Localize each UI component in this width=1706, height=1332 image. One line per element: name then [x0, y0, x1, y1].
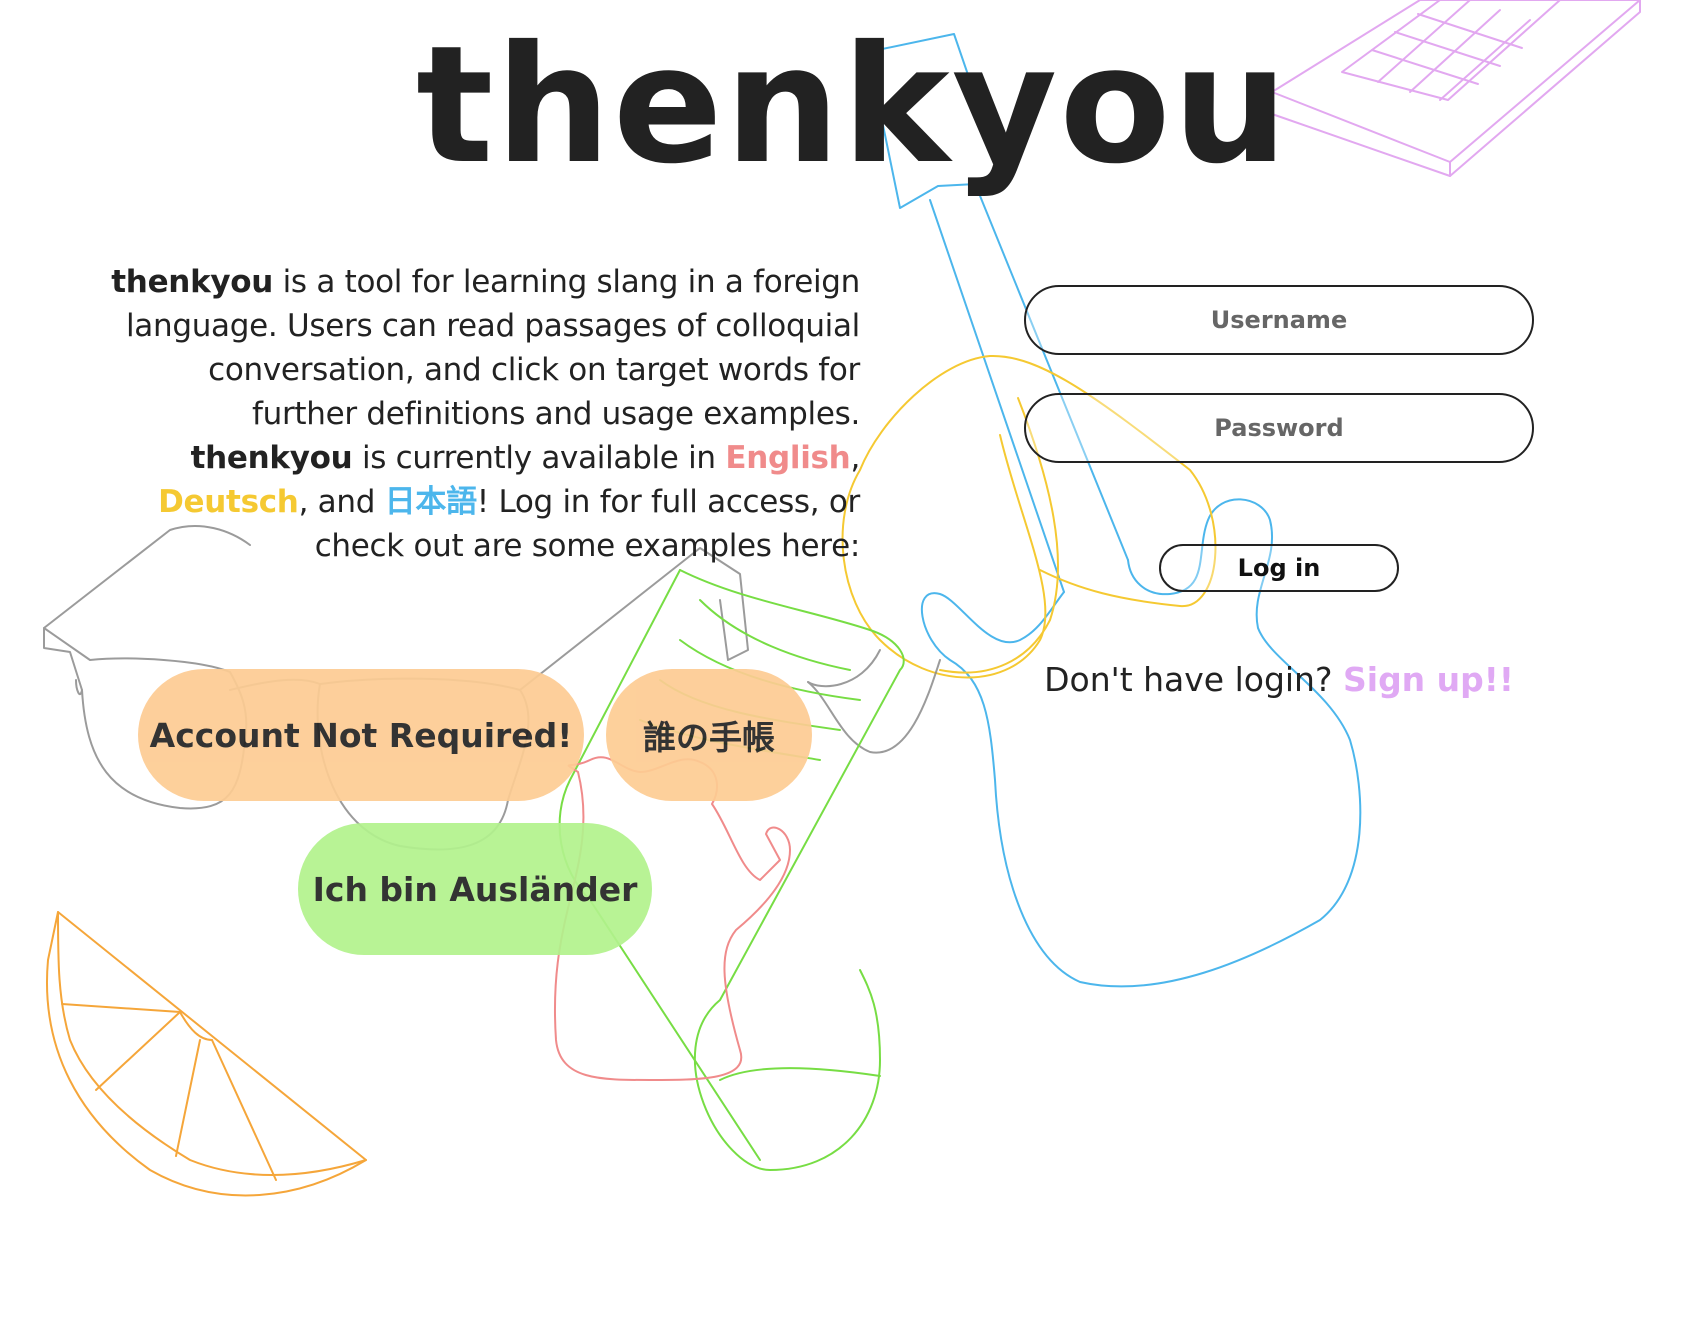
landing-page: thenkyou thenkyou is a tool for learning…: [0, 0, 1706, 1332]
example-button-ich-bin-auslaender[interactable]: Ich bin Ausländer: [298, 823, 652, 955]
app-logo: thenkyou: [416, 12, 1290, 200]
example-button-account-not-required[interactable]: Account Not Required!: [138, 669, 584, 801]
example-button-dare-no-techou[interactable]: 誰の手帳: [606, 669, 812, 801]
signup-link[interactable]: Sign up!!: [1343, 660, 1514, 699]
login-button[interactable]: Log in: [1159, 544, 1399, 592]
separator: ,: [850, 440, 860, 476]
language-link-deutsch[interactable]: Deutsch: [158, 484, 299, 520]
signup-prompt: Don't have login?: [1044, 660, 1343, 699]
language-link-english[interactable]: English: [725, 440, 850, 476]
signup-row: Don't have login? Sign up!!: [1024, 660, 1534, 699]
intro-text: is currently available in: [352, 440, 726, 476]
brand-name: thenkyou: [190, 440, 353, 476]
language-link-japanese[interactable]: 日本語: [385, 484, 477, 520]
username-input[interactable]: Username: [1024, 285, 1534, 355]
brand-name: thenkyou: [111, 264, 274, 300]
separator: , and: [298, 484, 385, 520]
password-input[interactable]: Password: [1024, 393, 1534, 463]
orange-slice-icon: [46, 911, 367, 1197]
intro-paragraph: thenkyou is a tool for learning slang in…: [100, 260, 860, 568]
